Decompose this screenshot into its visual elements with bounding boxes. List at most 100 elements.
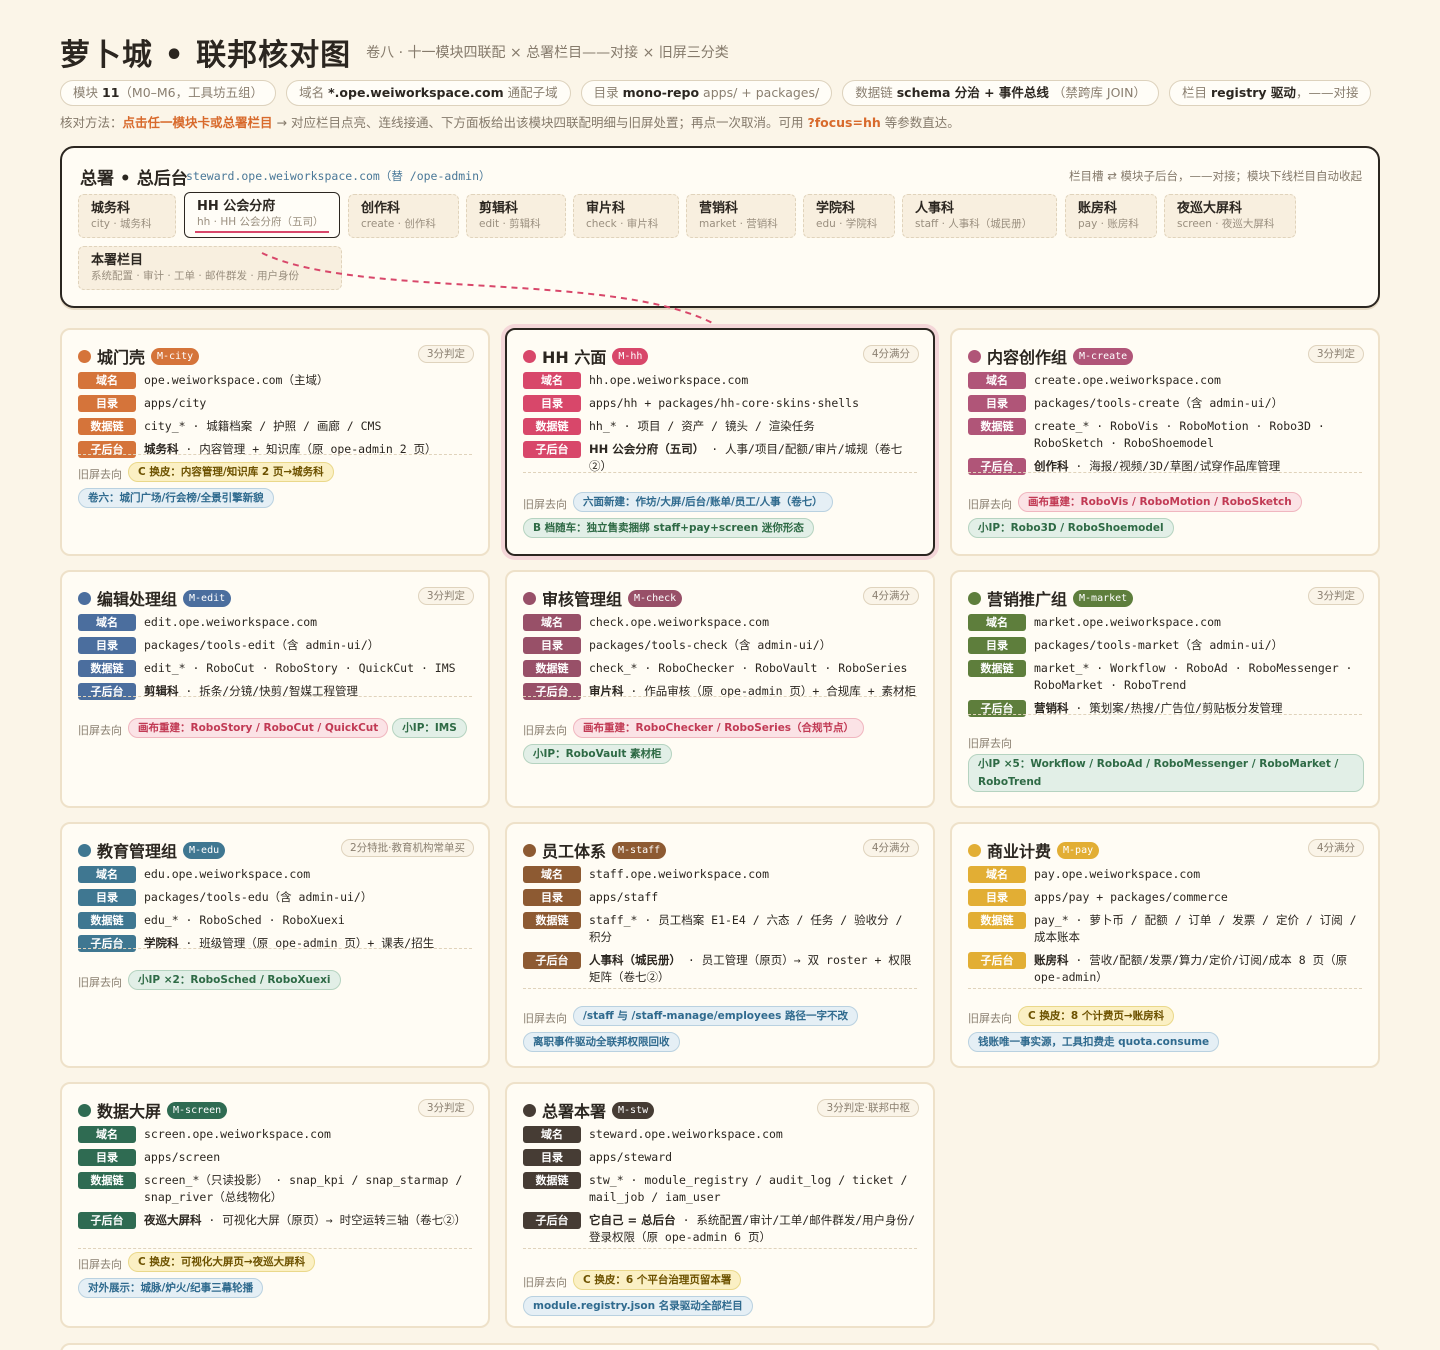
old-screen: 旧屏去向 画布重建：RoboVis / RoboMotion / RoboSket… xyxy=(968,492,1368,544)
label-dir: 目录 xyxy=(78,395,136,412)
card-title: 员工体系 M-staff xyxy=(523,838,667,861)
module-name: HH 六面 xyxy=(542,348,607,367)
row-domain: 域名 create.ope.weiworkspace.com xyxy=(968,372,1362,389)
old-screen: 旧屏去向 C 换皮：可视化大屏页→夜巡大屏科对外展示：城脉/炉火/纪事三幕轮播 xyxy=(78,1252,478,1304)
admin-desc: · 策划案/热搜/广告位/剪贴板分发管理 xyxy=(1068,701,1283,715)
old-screen-pill: 小IP ×2：RoboSched / RoboXuexi xyxy=(128,970,341,990)
old-screen-label: 旧屏去向 xyxy=(523,498,567,511)
value-data: city_* · 城籍档案 / 护照 / 画廊 / CMS xyxy=(144,419,382,433)
row-admin: 子后台 剪辑科 · 拆条/分镜/快剪/智媒工程管理 xyxy=(78,683,472,700)
module-card-edu[interactable]: 教育管理组 M-edu 2分特批·教育机构常单买 域名 edu.ope.weiworks… xyxy=(60,822,490,1068)
label-admin: 子后台 xyxy=(78,935,136,952)
row-domain: 域名 ope.weiworkspace.com（主域） xyxy=(78,372,472,389)
row-data: 数据链 stw_* · module_registry / audit_log /… xyxy=(523,1172,917,1206)
module-card-pay[interactable]: 商业计费 M-pay 4分满分 域名 pay.ope.weiworkspace.com 目… xyxy=(950,822,1380,1068)
module-card-stw[interactable]: 总署本署 M-stw 3分判定·联邦中枢 域名 steward.ope.weiworks… xyxy=(505,1082,935,1328)
module-tag: M-create xyxy=(1073,347,1134,365)
row-domain: 域名 steward.ope.weiworkspace.com xyxy=(523,1126,917,1143)
value-data: screen_*（只读投影） · snap_kpi / snap_starmap… xyxy=(144,1173,463,1204)
value-dir: apps/pay + packages/commerce xyxy=(1034,890,1228,904)
old-screen: 旧屏去向 画布重建：RoboChecker / RoboSeries（合规节点） 小… xyxy=(523,718,923,770)
module-card-market[interactable]: 营销推广组 M-market 3分判定 域名 market.ope.weiworkspa… xyxy=(950,570,1380,808)
value-dir: packages/tools-market（含 admin-ui/） xyxy=(1034,638,1284,652)
old-screen-label: 旧屏去向 xyxy=(78,976,122,989)
label-domain: 域名 xyxy=(523,372,581,389)
divider xyxy=(968,714,1362,715)
old-screen-pill: 小IP：RoboVault 素材柜 xyxy=(523,744,672,764)
row-data: 数据链 edu_* · RoboSched · RoboXuexi xyxy=(78,912,472,929)
label-data: 数据链 xyxy=(523,912,581,929)
label-data: 数据链 xyxy=(968,660,1026,677)
row-dir: 目录 apps/steward xyxy=(523,1149,917,1166)
row-admin: 子后台 它自己 = 总后台 · 系统配置/审计/工单/邮件群发/用户身份/登录权限… xyxy=(523,1212,917,1246)
value-domain: steward.ope.weiworkspace.com xyxy=(589,1127,783,1141)
module-name: 总署本署 xyxy=(542,1102,607,1121)
row-dir: 目录 apps/pay + packages/commerce xyxy=(968,889,1362,906)
value-data: market_* · Workflow · RoboAd · RoboMesse… xyxy=(1034,661,1353,692)
admin-name: 营销科 xyxy=(1034,701,1069,715)
row-admin: 子后台 城务科 · 内容管理 + 知识库（原 ope-admin 2 页） xyxy=(78,441,472,458)
admin-name: 人事科（城民册） xyxy=(589,953,681,967)
module-dot-icon xyxy=(523,591,536,605)
value-admin: 人事科（城民册） · 员工管理（原页）→ 双 roster + 权限矩阵（卷七②… xyxy=(589,953,911,984)
divider xyxy=(78,1248,472,1249)
module-dot-icon xyxy=(523,1103,536,1117)
module-tag: M-city xyxy=(151,347,200,365)
module-tag: M-stw xyxy=(612,1101,655,1119)
label-dir: 目录 xyxy=(78,637,136,654)
module-card-create[interactable]: 内容创作组 M-create 3分判定 域名 create.ope.weiworkspa… xyxy=(950,328,1380,556)
label-admin: 子后台 xyxy=(78,1212,136,1229)
value-domain: check.ope.weiworkspace.com xyxy=(589,615,770,629)
module-card-screen[interactable]: 数据大屏 M-screen 3分判定 域名 screen.ope.weiworkspac… xyxy=(60,1082,490,1328)
card-title: 内容创作组 M-create xyxy=(968,344,1134,367)
row-domain: 域名 market.ope.weiworkspace.com xyxy=(968,614,1362,631)
score-badge: 3分判定 xyxy=(417,345,474,363)
old-screen-label: 旧屏去向 xyxy=(78,1258,122,1271)
value-data: hh_* · 项目 / 资产 / 镜头 / 渲染任务 xyxy=(589,419,815,433)
divider xyxy=(78,696,472,697)
row-admin: 子后台 夜巡大屏科 · 可视化大屏（原页）→ 时空运转三轴（卷七②） xyxy=(78,1212,472,1229)
label-domain: 域名 xyxy=(78,372,136,389)
label-data: 数据链 xyxy=(78,912,136,929)
old-screen-pill: C 换皮：可视化大屏页→夜巡大屏科 xyxy=(128,1252,316,1272)
admin-name: 它自己 = 总后台 xyxy=(589,1213,676,1227)
admin-desc: · 营收/配额/发票/算力/定价/订阅/成本 8 页（原 ope-admin） xyxy=(1034,953,1348,984)
value-domain: screen.ope.weiworkspace.com xyxy=(144,1127,331,1141)
module-dot-icon xyxy=(968,591,981,605)
label-domain: 域名 xyxy=(523,1126,581,1143)
row-data: 数据链 screen_*（只读投影） · snap_kpi / snap_star… xyxy=(78,1172,472,1206)
module-card-city[interactable]: 城门壳 M-city 3分判定 域名 ope.weiworkspace.com（主域） 目… xyxy=(60,328,490,556)
module-card-edit[interactable]: 编辑处理组 M-edit 3分判定 域名 edit.ope.weiworkspace.c… xyxy=(60,570,490,808)
row-admin: 子后台 账房科 · 营收/配额/发票/算力/定价/订阅/成本 8 页（原 ope-… xyxy=(968,952,1362,986)
divider xyxy=(523,472,917,473)
module-card-check[interactable]: 审核管理组 M-check 4分满分 域名 check.ope.weiworkspace… xyxy=(505,570,935,808)
old-screen-pill: 画布重建：RoboVis / RoboMotion / RoboSketch xyxy=(1018,492,1302,512)
module-card-hh[interactable]: HH 六面 M-hh 4分满分 域名 hh.ope.weiworkspace.com 目录… xyxy=(505,328,935,556)
divider xyxy=(78,454,472,455)
row-domain: 域名 check.ope.weiworkspace.com xyxy=(523,614,917,631)
value-domain: hh.ope.weiworkspace.com xyxy=(589,373,749,387)
old-screen-pill: 六面新建：作坊/大屏/后台/账单/员工/人事（卷七） xyxy=(573,492,833,512)
module-card-staff[interactable]: 员工体系 M-staff 4分满分 域名 staff.ope.weiworkspace.… xyxy=(505,822,935,1068)
value-dir: apps/screen xyxy=(144,1150,221,1164)
module-name: 商业计费 xyxy=(987,842,1052,861)
row-dir: 目录 packages/tools-market（含 admin-ui/） xyxy=(968,637,1362,654)
old-screen-pill: 钱账唯一事实源，工具扣费走 quota.consume xyxy=(968,1032,1220,1052)
old-screen: 旧屏去向 小IP ×2：RoboSched / RoboXuexi xyxy=(78,970,478,996)
row-dir: 目录 apps/city xyxy=(78,395,472,412)
row-dir: 目录 packages/tools-create（含 admin-ui/） xyxy=(968,395,1362,412)
row-data: 数据链 pay_* · 萝卜币 / 配额 / 订单 / 发票 / 定价 / 订阅 … xyxy=(968,912,1362,946)
divider xyxy=(523,1248,917,1249)
spec-rows: 域名 staff.ope.weiworkspace.com 目录 apps/staff… xyxy=(523,866,917,992)
row-admin: 子后台 审片科 · 作品审核（原 ope-admin 页）+ 合规库 + 素材柜 xyxy=(523,683,917,700)
row-domain: 域名 edit.ope.weiworkspace.com xyxy=(78,614,472,631)
label-data: 数据链 xyxy=(78,418,136,435)
spec-rows: 域名 check.ope.weiworkspace.com 目录 packages/t… xyxy=(523,614,917,706)
value-dir: apps/hh + packages/hh-core·skins·shells xyxy=(589,396,860,410)
spec-rows: 域名 create.ope.weiworkspace.com 目录 packages/… xyxy=(968,372,1362,481)
value-dir: apps/city xyxy=(144,396,207,410)
label-domain: 域名 xyxy=(78,1126,136,1143)
module-tag: M-edit xyxy=(183,589,232,607)
admin-name: 账房科 xyxy=(1034,953,1069,967)
value-dir: apps/steward xyxy=(589,1150,673,1164)
